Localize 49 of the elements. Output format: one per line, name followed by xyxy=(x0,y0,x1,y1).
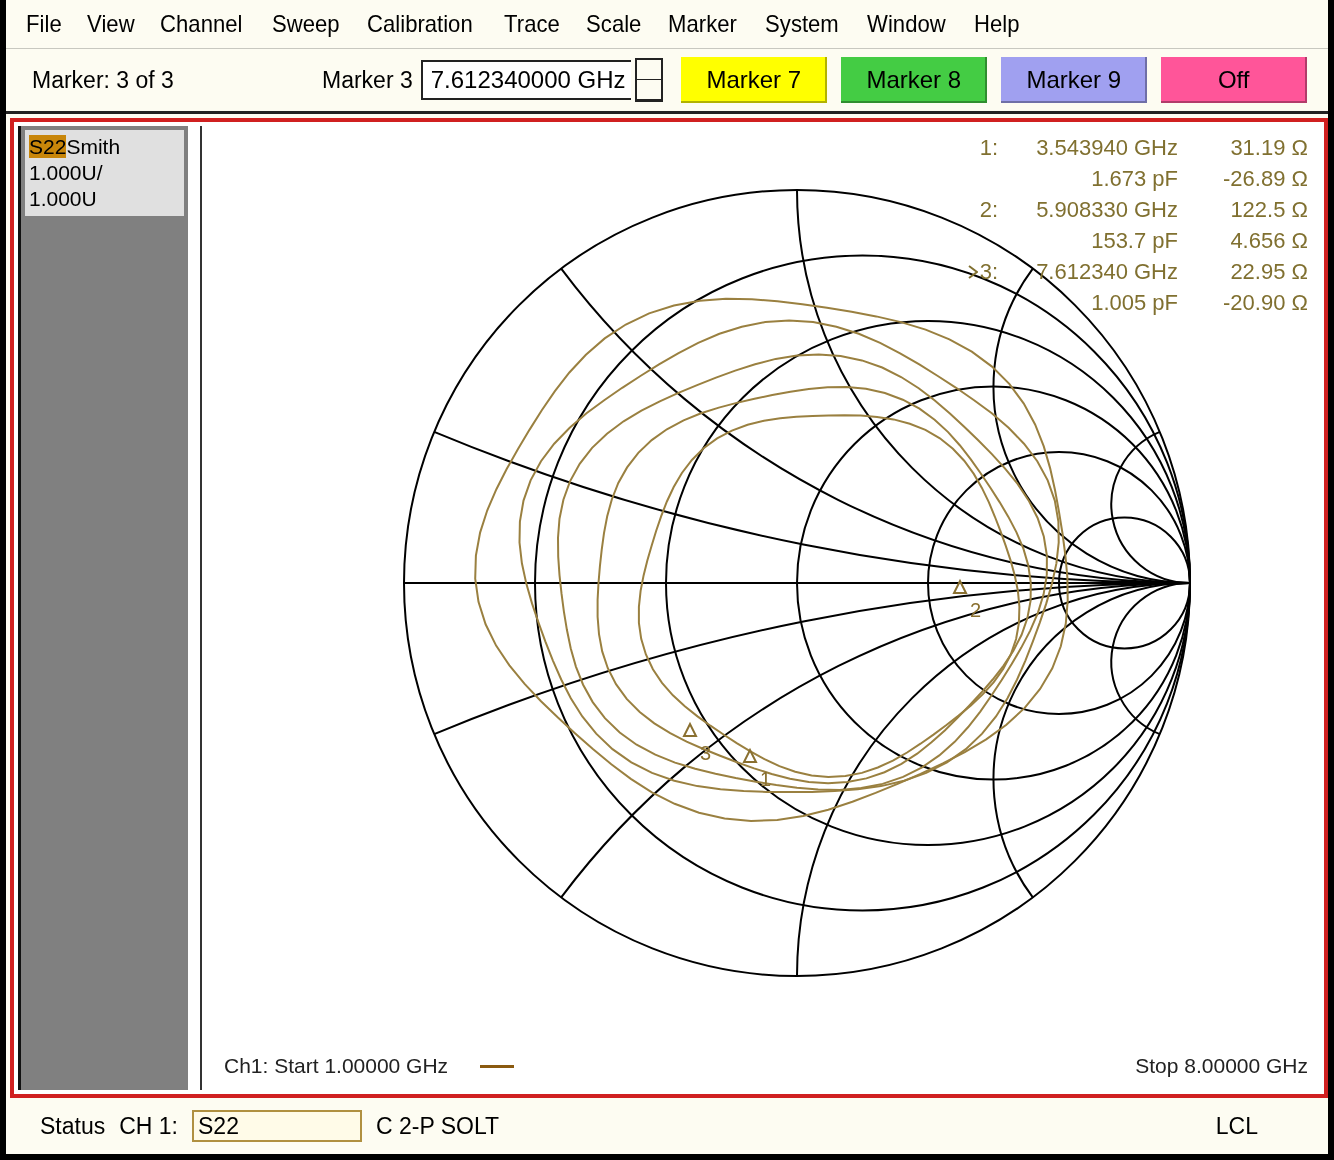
parameter-field: S22 xyxy=(192,1110,362,1142)
marker-button[interactable]: Marker 7 xyxy=(680,57,827,103)
marker-value: 7.612340 GHz xyxy=(1035,258,1178,286)
menu-item[interactable]: Trace xyxy=(493,10,570,38)
marker-triangle-icon xyxy=(742,747,758,763)
menu-item[interactable]: Scale xyxy=(576,10,652,38)
marker-value: 5.908330 GHz xyxy=(1035,196,1178,224)
calibration-label: C 2-P SOLT xyxy=(376,1112,500,1140)
menu-item[interactable]: Channel xyxy=(150,10,253,38)
marker-triangle-icon xyxy=(682,721,698,737)
marker-index: 1: xyxy=(979,134,998,162)
spinner-control[interactable] xyxy=(634,58,663,102)
menu-item[interactable]: System xyxy=(755,10,849,38)
sweep-stop: Stop 8.00000 GHz xyxy=(1135,1054,1308,1078)
sweep-start: Ch1: Start 1.00000 GHz xyxy=(224,1054,449,1078)
marker-value: 3.543940 GHz xyxy=(1035,134,1178,162)
marker-index: 3: xyxy=(979,258,998,286)
marker-impedance: 122.5 Ω xyxy=(1229,196,1308,224)
marker-impedance: 22.95 Ω xyxy=(1229,258,1308,286)
marker-impedance: 31.19 Ω xyxy=(1229,134,1308,162)
format-label: Smith xyxy=(66,135,121,158)
marker-button[interactable]: Marker 9 xyxy=(1000,57,1147,103)
menu-item[interactable]: View xyxy=(76,10,145,38)
channel-label: CH 1: xyxy=(119,1112,178,1140)
mode-label: LCL xyxy=(1215,1112,1258,1140)
marker-value: 153.7 pF xyxy=(1090,227,1178,255)
status-label: Status xyxy=(40,1112,106,1140)
menu-item[interactable]: Calibration xyxy=(357,10,483,38)
marker-count: Marker: 3 of 3 xyxy=(32,66,175,94)
marker-index: 2: xyxy=(979,196,998,224)
marker-impedance: 4.656 Ω xyxy=(1229,227,1308,255)
trace-legend-line xyxy=(480,1064,515,1068)
trace-tag[interactable]: S22 xyxy=(29,135,67,158)
menu-item[interactable]: Marker xyxy=(658,10,748,38)
scale-label: 1.000U/ xyxy=(29,161,103,184)
marker-impedance: -26.89 Ω xyxy=(1222,165,1308,193)
marker-button[interactable]: Marker 8 xyxy=(840,57,987,103)
marker-value: 1.673 pF xyxy=(1090,165,1178,193)
marker-button[interactable]: Off xyxy=(1160,57,1307,103)
marker-value: 1.005 pF xyxy=(1090,289,1178,317)
marker-impedance: -20.90 Ω xyxy=(1222,289,1308,317)
marker-field-label: Marker 3 xyxy=(322,66,413,94)
marker-triangle-icon xyxy=(952,578,968,594)
marker-frequency-field[interactable]: 7.612340000 GHz xyxy=(420,60,631,100)
menu-item[interactable]: Help xyxy=(964,10,1030,38)
menu-item[interactable]: Sweep xyxy=(261,10,350,38)
menu-item[interactable]: File xyxy=(16,10,72,38)
menu-item[interactable]: Window xyxy=(857,10,956,38)
scale-label: 1.000U xyxy=(29,187,97,210)
